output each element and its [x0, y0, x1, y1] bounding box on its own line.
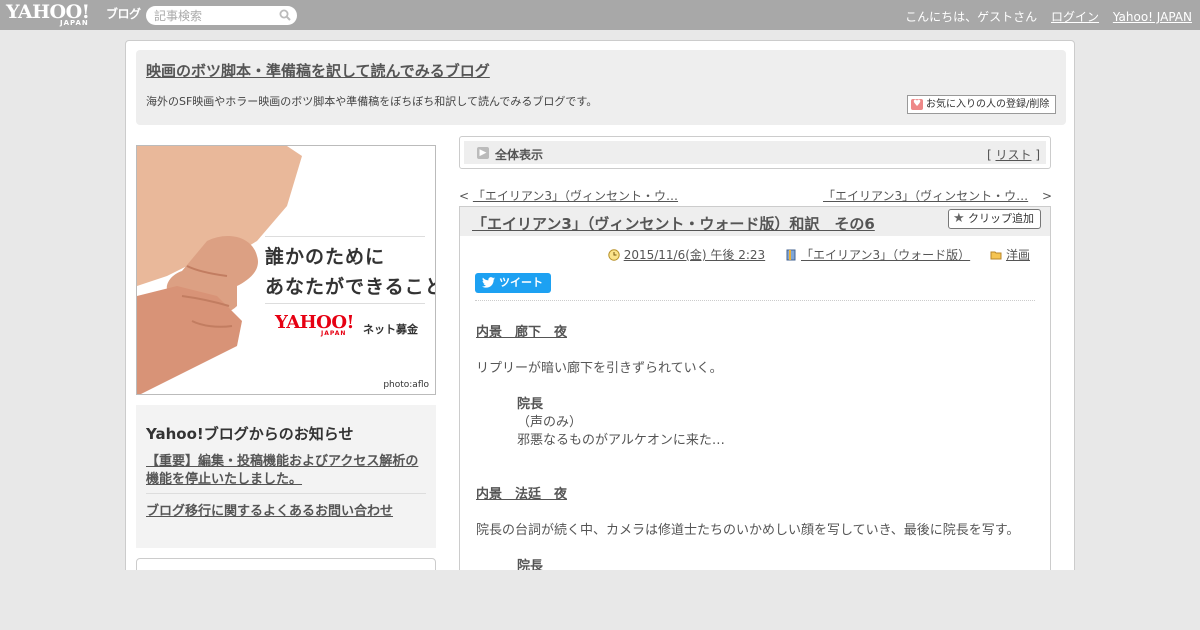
post-category-link[interactable]: 「エイリアン3」（ウォード版）	[801, 248, 970, 262]
next-arrow-icon: >	[1041, 189, 1053, 203]
blog-description: 海外のSF映画やホラー映画のボツ脚本や準備稿をぼちぼち和訳して読んでみるブログで…	[146, 95, 598, 108]
list-link-wrapper: [ リスト ]	[986, 148, 1040, 162]
scene-heading: 内景 法廷 夜	[476, 487, 568, 502]
favorite-button-label: お気に入りの人の登録/削除	[926, 99, 1050, 110]
clip-button-label: クリップ追加	[968, 212, 1034, 225]
handshake-image	[137, 146, 302, 394]
body-paragraph: 院長の台詞が続く中、カメラは修道士たちのいかめしい顔を写していき、最後に院長を写…	[476, 523, 1020, 538]
banner-line1: 誰かのために	[265, 246, 386, 268]
photo-credit: photo:aflo	[383, 380, 429, 390]
post-folder-link[interactable]: 洋画	[1006, 248, 1030, 262]
post-title-bar: 「エイリアン3」（ヴィンセント・ウォード版）和訳 その6 ★ クリップ追加	[460, 207, 1050, 236]
prev-arrow-icon: <	[459, 189, 470, 203]
search-icon[interactable]	[279, 9, 291, 21]
login-link[interactable]: ログイン	[1051, 10, 1099, 24]
yahoo-japan-link[interactable]: Yahoo! JAPAN	[1113, 10, 1192, 24]
view-bar-inner: ▶ 全体表示 [ リスト ]	[464, 141, 1046, 164]
user-area: こんにちは、ゲストさん ログイン Yahoo! JAPAN	[905, 8, 1192, 25]
prev-post-link[interactable]: 「エイリアン3」（ヴィンセント・ウ…	[473, 189, 678, 203]
blog-title[interactable]: 映画のボツ脚本・準備稿を訳して読んでみるブログ	[146, 60, 490, 81]
book-icon	[786, 249, 796, 261]
blog-post: 「エイリアン3」（ヴィンセント・ウォード版）和訳 その6 ★ クリップ追加 20…	[459, 206, 1051, 630]
character-name: 院長	[517, 397, 544, 412]
blog-container: 映画のボツ脚本・準備稿を訳して読んでみるブログ 海外のSF映画やホラー映画のボツ…	[125, 40, 1075, 630]
arrow-right-icon: ▶	[477, 147, 489, 159]
tweet-button[interactable]: ツイート	[475, 273, 551, 293]
post-date-link[interactable]: 2015/11/6(金) 午後 2:23	[624, 248, 765, 262]
yahoo-blog-logo[interactable]: YAHOO! JAPAN ブログ	[6, 2, 141, 27]
post-meta: 2015/11/6(金) 午後 2:23 「エイリアン3」（ウォード版） 洋画	[607, 246, 1030, 263]
clip-add-button[interactable]: ★ クリップ追加	[948, 209, 1041, 229]
twitter-bird-icon	[482, 277, 495, 288]
next-post-link[interactable]: 「エイリアン3」（ヴィンセント・ウ…	[823, 189, 1028, 203]
search-input[interactable]	[146, 6, 271, 25]
star-icon: ★	[953, 211, 965, 226]
banner-rule-bottom	[265, 303, 425, 304]
body-paragraph: リプリーが暗い廊下を引きずられていく。	[476, 361, 723, 376]
tweet-label: ツイート	[499, 276, 543, 289]
search-box	[146, 6, 297, 25]
banner-service-name: ネット募金	[363, 323, 418, 336]
next-post-nav: 「エイリアン3」（ヴィンセント・ウ… >	[823, 187, 1052, 204]
notice-box: Yahoo!ブログからのお知らせ 【重要】編集・投稿機能およびアクセス解析の機能…	[136, 405, 436, 548]
blog-header: 映画のボツ脚本・準備稿を訳して読んでみるブログ 海外のSF映画やホラー映画のボツ…	[136, 50, 1066, 125]
logo-sub: JAPAN	[60, 19, 89, 27]
charity-banner[interactable]: 誰かのために あなたができること YAHOO! JAPAN ネット募金 phot…	[136, 145, 436, 395]
post-title[interactable]: 「エイリアン3」（ヴィンセント・ウォード版）和訳 その6	[472, 213, 875, 234]
notice-heading: Yahoo!ブログからのお知らせ	[146, 425, 354, 443]
notice-link-important[interactable]: 【重要】編集・投稿機能およびアクセス解析の機能を停止いたしました。	[146, 453, 428, 489]
view-bar: ▶ 全体表示 [ リスト ]	[459, 136, 1051, 169]
banner-rule-top	[265, 236, 425, 237]
dotted-divider	[475, 300, 1035, 301]
heart-icon: ♥	[911, 99, 923, 110]
list-link[interactable]: リスト	[995, 148, 1031, 162]
page-footer-band	[0, 570, 1200, 630]
notice-divider	[146, 493, 426, 494]
prev-post-nav: < 「エイリアン3」（ヴィンセント・ウ…	[459, 187, 678, 204]
parenthetical: （声のみ）	[517, 415, 583, 430]
yahoo-logo: YAHOO! JAPAN	[275, 314, 354, 338]
banner-logo-sub: JAPAN	[321, 330, 347, 337]
folder-icon	[990, 251, 1002, 260]
favorite-register-button[interactable]: ♥ お気に入りの人の登録/削除	[907, 95, 1056, 114]
top-bar: YAHOO! JAPAN ブログ こんにちは、ゲストさん ログイン Yahoo!…	[0, 0, 1200, 30]
greeting-text: こんにちは、ゲストさん	[905, 10, 1038, 24]
dialogue: 邪悪なるものがアルケオンに来た…	[517, 433, 725, 448]
clock-icon	[607, 249, 620, 261]
view-all-label: 全体表示	[495, 148, 544, 162]
scene-heading: 内景 廊下 夜	[476, 325, 568, 340]
logo-blog: ブログ	[106, 7, 141, 21]
banner-line2: あなたができること	[265, 276, 436, 298]
notice-link-faq[interactable]: ブログ移行に関するよくあるお問い合わせ	[146, 500, 393, 519]
